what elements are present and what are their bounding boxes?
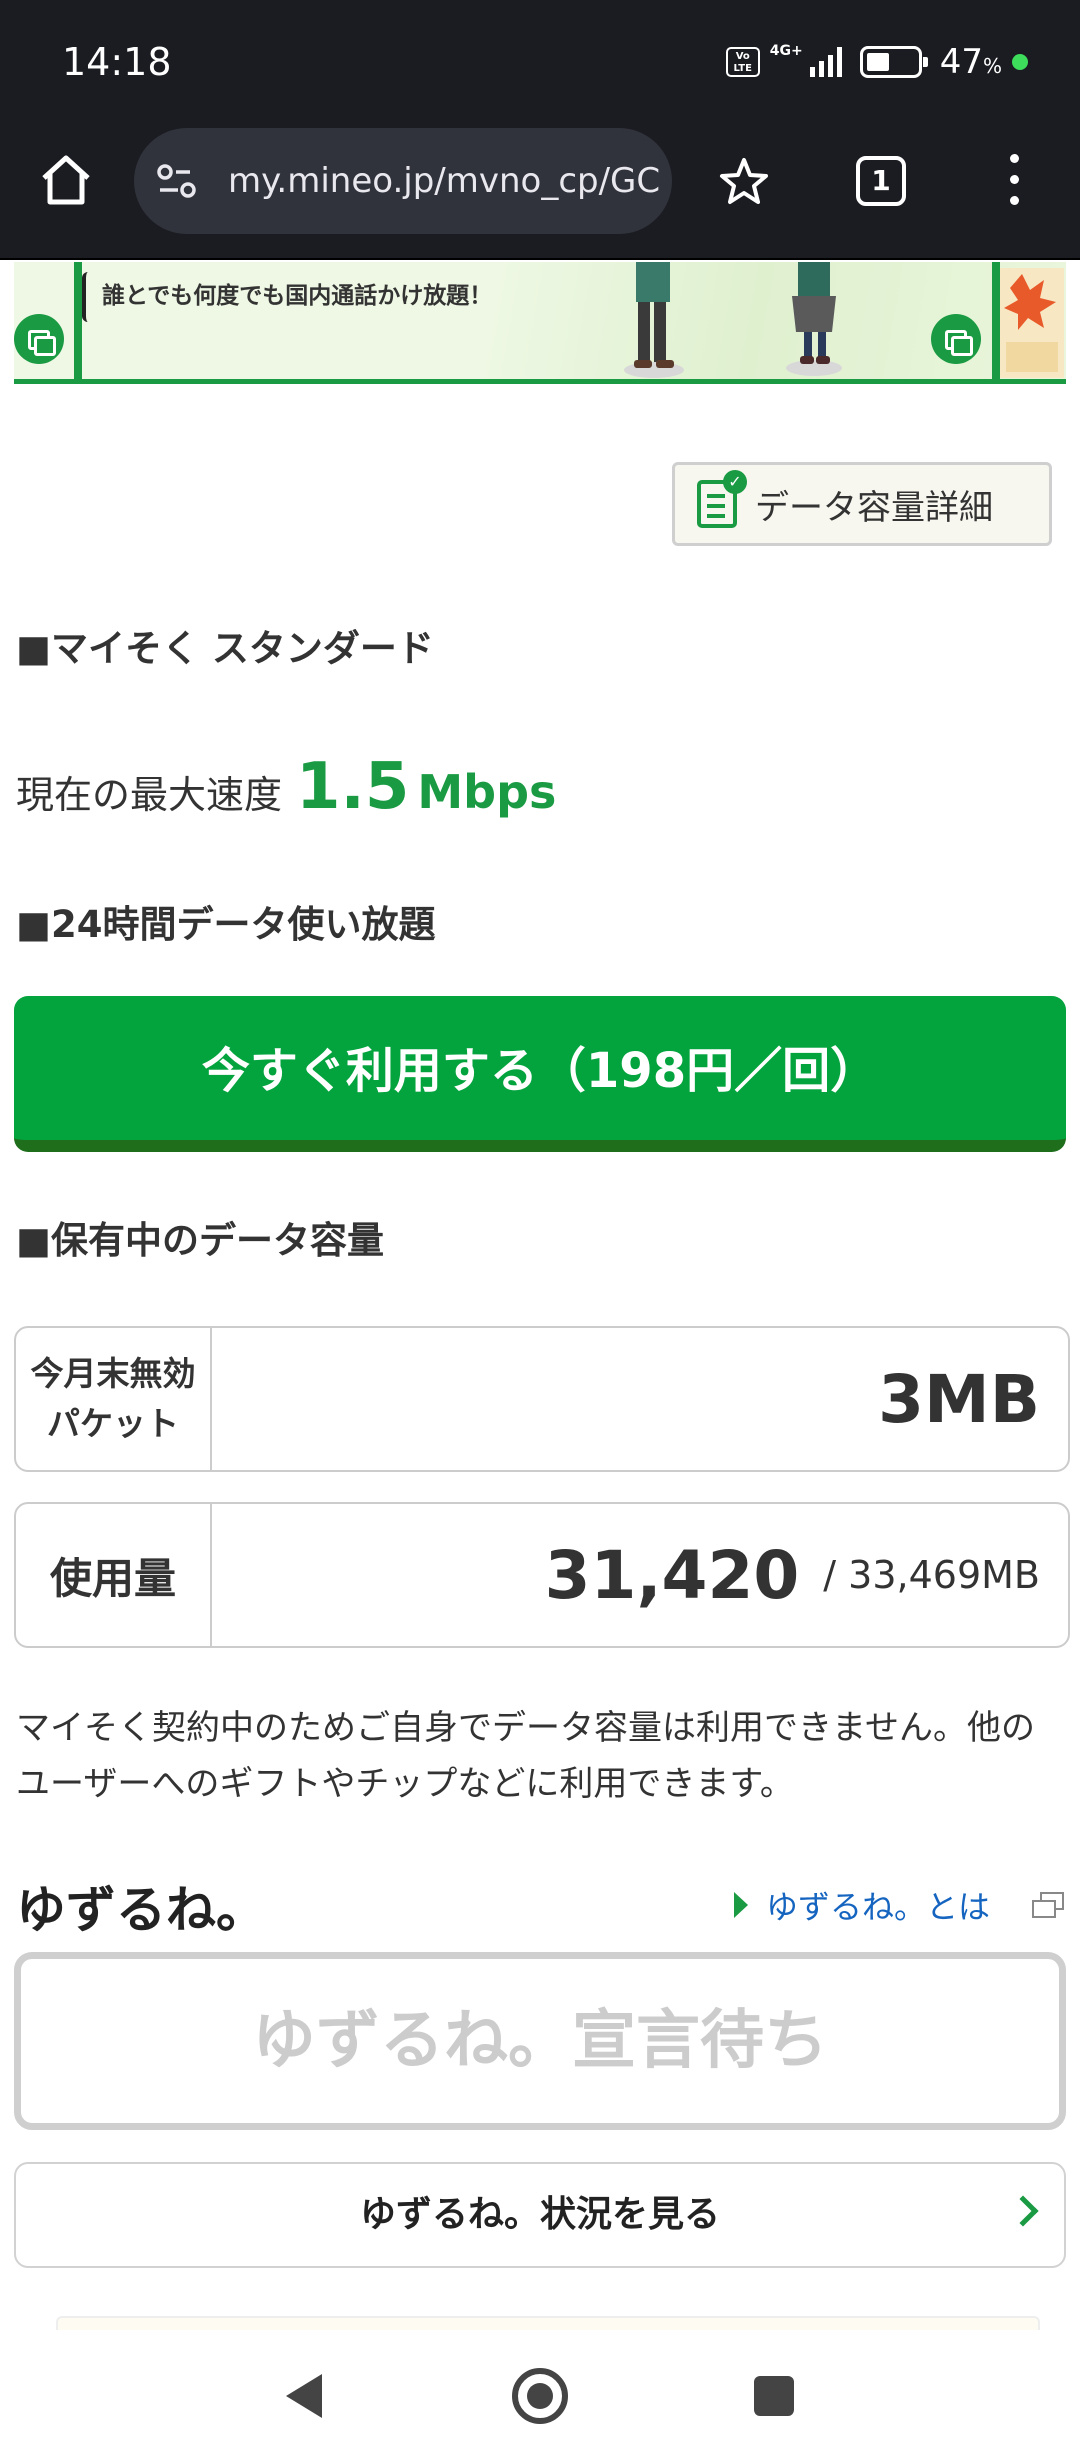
yuzurune-about-link[interactable]: ゆずるね。とは (734, 1882, 990, 1928)
star-icon (720, 158, 768, 204)
yuzurune-view-label: ゆずるね。状況を見る (359, 2194, 720, 2235)
holding-note: マイそく契約中のためご自身でデータ容量は利用できません。他のユーザーへのギフトや… (16, 1708, 1035, 1804)
expiring-value-cell: 3MB (212, 1328, 1068, 1470)
promo-banner[interactable]: 誰とでも何度でも国内通話かけ放題！ (14, 262, 1066, 384)
expiring-value: 3MB (878, 1360, 1040, 1438)
bookmark-button[interactable] (716, 154, 772, 210)
use-now-button[interactable]: 今すぐ利用する（198円／回） (14, 996, 1066, 1152)
screen: 14:18 Vo LTE 4G+ 47% my.mineo.jp/mvno_cp… (0, 0, 1080, 2460)
recent-apps-icon[interactable] (754, 2376, 794, 2416)
yuzurune-about-label: ゆずるね。とは (766, 1888, 991, 1926)
copy-icon (931, 314, 981, 364)
external-window-icon[interactable] (1030, 1890, 1066, 1920)
volte-icon: Vo LTE (725, 47, 760, 77)
usage-value-cell: 31,420 / 33,469MB (212, 1504, 1068, 1646)
yuzurune-title: ゆずるね。 (16, 1881, 266, 1939)
browser-toolbar: my.mineo.jp/mvno_cp/GC 1 (0, 120, 1080, 260)
usage-total: / 33,469MB (823, 1553, 1040, 1597)
speed-row: 現在の最大速度 1.5 Mbps (16, 750, 556, 824)
site-settings-icon[interactable] (156, 161, 206, 201)
home-button[interactable] (36, 150, 96, 210)
banner-text: 誰とでも何度でも国内通話かけ放題！ (102, 283, 493, 309)
speed-label: 現在の最大速度 (16, 773, 283, 817)
speed-value: 1.5 (296, 750, 410, 824)
speed-unit: Mbps (417, 765, 557, 819)
usage-box: 使用量 31,420 / 33,469MB (14, 1502, 1070, 1648)
network-type: 4G+ (769, 43, 803, 59)
person-illustration (624, 262, 684, 378)
battery-percent: 47% (939, 42, 1002, 82)
battery-icon (859, 46, 928, 78)
document-check-icon: ✓ (697, 470, 747, 528)
triangle-right-icon (734, 1892, 748, 1918)
data-detail-button[interactable]: ✓ データ容量詳細 (672, 462, 1052, 546)
expiring-packet-box: 今月末無効 パケット 3MB (14, 1326, 1070, 1472)
system-nav-bar (0, 2330, 1080, 2460)
home-circle-icon[interactable] (512, 2368, 568, 2424)
url-text: my.mineo.jp/mvno_cp/GC (228, 161, 661, 201)
person-illustration (786, 262, 842, 376)
more-menu-icon[interactable] (1006, 154, 1022, 214)
leaf-illustration (1000, 268, 1064, 378)
holding-title: ■保有中のデータ容量 (16, 1219, 384, 1262)
status-icons: Vo LTE 4G+ 47% (725, 42, 1028, 82)
charging-dot-icon (1012, 54, 1028, 70)
back-icon[interactable] (286, 2374, 322, 2418)
usage-value: 31,420 (544, 1536, 800, 1614)
status-time: 14:18 (62, 40, 172, 84)
data-detail-label: データ容量詳細 (755, 487, 993, 528)
status-bar: 14:18 Vo LTE 4G+ 47% (0, 0, 1080, 120)
address-bar[interactable]: my.mineo.jp/mvno_cp/GC (134, 128, 672, 234)
copy-icon (14, 314, 64, 364)
chevron-right-icon (1007, 2195, 1039, 2227)
usage-label: 使用量 (16, 1504, 212, 1646)
tab-switcher-button[interactable]: 1 (856, 156, 906, 206)
yuzurune-status: ゆずるね。宣言待ち (14, 1952, 1066, 2130)
home-icon (42, 155, 90, 205)
expiring-label: 今月末無効 パケット (16, 1328, 212, 1470)
plan-title: ■マイそく スタンダード (16, 627, 434, 670)
yuzurune-view-button[interactable]: ゆずるね。状況を見る (14, 2162, 1066, 2268)
unlimited-title: ■24時間データ使い放題 (16, 903, 436, 946)
signal-icon: 4G+ (770, 43, 842, 77)
